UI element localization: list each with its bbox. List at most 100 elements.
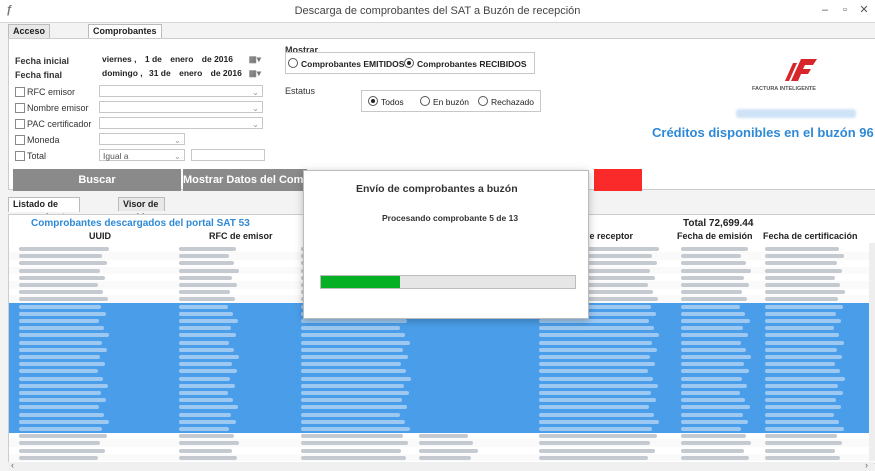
redacted-cell: [179, 427, 229, 431]
redacted-cell: [681, 297, 747, 302]
rechazado-radio[interactable]: Rechazado: [478, 96, 534, 107]
total-operator-select[interactable]: Igual a ⌄: [99, 149, 185, 161]
fecha-inicial-dow: viernes: [102, 54, 132, 64]
col-fecha-emision[interactable]: Fecha de emisión: [677, 231, 753, 241]
redacted-cell: [539, 326, 654, 331]
redacted-cell: [539, 427, 652, 431]
calendar-icon[interactable]: ▦▾: [249, 67, 261, 79]
en-buzon-radio[interactable]: En buzón: [420, 96, 469, 107]
fecha-inicial-picker[interactable]: viernes , 1 de enero de 2016 ▦▾: [99, 53, 263, 65]
redacted-cell: [765, 427, 844, 431]
fecha-final-day: 31 de: [148, 68, 171, 78]
redacted-cell: [179, 441, 239, 446]
redacted-cell: [681, 405, 750, 410]
redacted-cell: [765, 355, 842, 359]
chevron-down-icon: ⌄: [173, 135, 181, 145]
redacted-cell: [681, 254, 741, 259]
send-progress-dialog: Envío de comprobantes a buzón Procesando…: [303, 170, 589, 319]
emitidos-radio[interactable]: Comprobantes EMITIDOS: [288, 58, 404, 69]
redacted-cell: [179, 247, 236, 251]
col-uuid[interactable]: UUID: [89, 231, 111, 241]
fecha-inicial-day: 1 de: [144, 54, 162, 64]
blurred-account: [736, 109, 856, 118]
redacted-cell: [765, 283, 840, 287]
redacted-cell: [19, 290, 103, 295]
redacted-cell: [681, 376, 742, 381]
rfc-emisor-checkbox[interactable]: [15, 87, 25, 97]
total-operator-value: Igual a: [103, 151, 129, 161]
redacted-cell: [301, 434, 403, 439]
progress-fill: [321, 276, 400, 288]
scroll-right-icon[interactable]: ›: [865, 460, 868, 470]
pac-certificador-checkbox[interactable]: [15, 119, 25, 129]
vertical-scrollbar[interactable]: [869, 243, 875, 461]
estatus-group: Todos En buzón Rechazado: [361, 90, 541, 112]
horizontal-scrollbar[interactable]: ‹ ›: [8, 460, 874, 471]
col-rfc-emisor[interactable]: RFC de emisor: [209, 231, 273, 241]
factura-inteligente-logo: [783, 53, 819, 83]
mostrar-datos-button[interactable]: Mostrar Datos del Comproba: [183, 169, 307, 191]
tab-visor-xml[interactable]: Visor de archivos XML: [118, 197, 166, 235]
pac-certificador-select[interactable]: ⌄: [99, 117, 263, 129]
nombre-emisor-checkbox[interactable]: [15, 103, 25, 113]
close-button[interactable]: ✕: [853, 2, 875, 18]
redacted-cell: [765, 362, 835, 367]
redacted-cell: [681, 362, 744, 367]
total-label: Total: [27, 151, 47, 161]
redacted-cell: [179, 297, 235, 302]
scroll-left-icon[interactable]: ‹: [11, 460, 14, 470]
table-row[interactable]: [9, 453, 869, 462]
tab-listado-comprobantes[interactable]: Listado de comprobantes: [8, 197, 81, 222]
nombre-emisor-select[interactable]: ⌄: [99, 101, 263, 113]
fecha-inicial-label: Fecha inicial: [15, 56, 70, 66]
redacted-cell: [681, 355, 751, 359]
moneda-checkbox[interactable]: [15, 135, 25, 145]
redacted-cell: [179, 290, 230, 295]
redacted-cell: [301, 412, 400, 417]
dialog-status: Procesando comprobante 5 de 13: [382, 213, 519, 223]
fecha-inicial-month: enero: [170, 54, 194, 64]
tab-comprobantes-descargados[interactable]: Comprobantes descargados: [88, 24, 162, 49]
buscar-button[interactable]: Buscar: [13, 169, 181, 191]
redacted-cell: [765, 268, 842, 273]
redacted-cell: [19, 326, 104, 331]
red-action-button[interactable]: [594, 169, 642, 191]
redacted-cell: [179, 434, 234, 439]
fecha-final-picker[interactable]: domingo , 31 de enero de 2016 ▦▾: [99, 67, 263, 79]
redacted-cell: [681, 369, 749, 374]
rfc-emisor-select[interactable]: ⌄: [99, 85, 263, 97]
total-checkbox[interactable]: [15, 151, 25, 161]
chevron-down-icon: ⌄: [251, 119, 259, 129]
redacted-cell: [681, 333, 748, 338]
chevron-down-icon: ⌄: [173, 151, 181, 161]
redacted-cell: [19, 304, 101, 309]
redacted-cell: [179, 412, 231, 417]
redacted-cell: [179, 383, 235, 388]
redacted-cell: [765, 261, 837, 266]
redacted-cell: [539, 419, 659, 424]
redacted-cell: [765, 340, 844, 345]
recibidos-radio[interactable]: Comprobantes RECIBIDOS: [404, 58, 527, 69]
redacted-cell: [681, 427, 741, 431]
mostrar-group: Comprobantes EMITIDOS Comprobantes RECIB…: [285, 52, 535, 74]
redacted-cell: [765, 419, 839, 424]
redacted-cell: [539, 412, 654, 417]
redacted-cell: [179, 391, 228, 395]
redacted-cell: [765, 391, 843, 395]
redacted-cell: [301, 419, 405, 424]
total-value-input[interactable]: [191, 149, 265, 161]
radio-selected-icon: [368, 96, 378, 106]
todos-radio[interactable]: Todos: [368, 96, 404, 107]
creditos-disponibles: Créditos disponibles en el buzón 96: [652, 125, 874, 140]
redacted-cell: [301, 441, 408, 446]
col-fecha-certificacion[interactable]: Fecha de certificación: [763, 231, 858, 241]
calendar-icon[interactable]: ▦▾: [249, 53, 261, 65]
tab-acceso-portal[interactable]: Acceso portal SAT: [8, 24, 51, 62]
moneda-select[interactable]: ⌄: [99, 133, 185, 145]
redacted-cell: [765, 376, 845, 381]
redacted-cell: [19, 319, 99, 323]
redacted-cell: [301, 376, 411, 381]
col-receptor[interactable]: le receptor: [587, 231, 633, 241]
minimize-button[interactable]: –: [814, 2, 836, 18]
moneda-label: Moneda: [27, 135, 60, 145]
